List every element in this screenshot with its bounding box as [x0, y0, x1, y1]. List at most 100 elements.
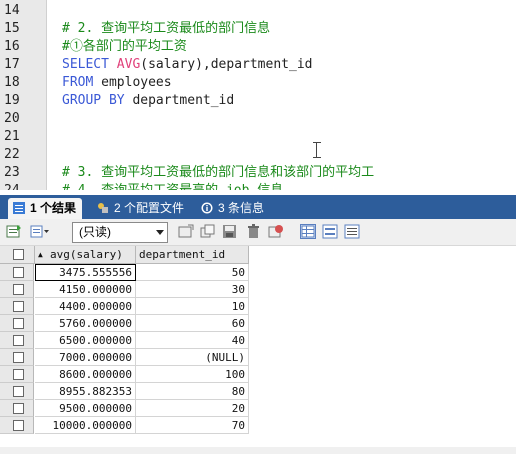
form-view-icon[interactable]	[322, 224, 338, 239]
row-checkbox[interactable]	[13, 420, 24, 431]
cell-avg-salary[interactable]: 4400.000000	[35, 298, 136, 315]
line-number: 14	[4, 3, 20, 18]
code-line[interactable]: 21	[0, 128, 516, 146]
cell-avg-salary[interactable]: 6500.000000	[35, 332, 136, 349]
result-tabs: 1 个结果 2 个配置文件 3 条信息	[0, 195, 516, 219]
code-token: SELECT	[62, 57, 117, 72]
code-line[interactable]: 17 SELECT AVG(salary),department_id	[0, 56, 516, 74]
mode-select-value: (只读)	[79, 225, 111, 239]
column-header-avg-salary[interactable]: ▲ avg(salary)	[35, 246, 136, 264]
cell-department-id[interactable]: 70	[136, 417, 249, 434]
code-line[interactable]: 18 FROM employees	[0, 74, 516, 92]
result-grid[interactable]: ▲ avg(salary) department_id 3475.555556 5…	[0, 246, 516, 454]
table-row[interactable]: 9500.000000 20	[0, 400, 250, 417]
cell-avg-salary[interactable]: 9500.000000	[35, 400, 136, 417]
line-number: 19	[4, 93, 20, 108]
table-row[interactable]: 5760.000000 60	[0, 315, 250, 332]
row-checkbox[interactable]	[13, 352, 24, 363]
code-line[interactable]: 22	[0, 146, 516, 164]
select-all-checkbox[interactable]	[13, 249, 24, 260]
tab-profiles[interactable]: 2 个配置文件	[92, 198, 190, 219]
cell-department-id[interactable]: 50	[136, 264, 249, 281]
duplicate-row-icon[interactable]	[200, 224, 216, 239]
table-row[interactable]: 3475.555556 50	[0, 264, 250, 281]
code-line[interactable]: 20	[0, 110, 516, 128]
tab-messages[interactable]: 3 条信息	[196, 198, 270, 219]
row-checkbox[interactable]	[13, 403, 24, 414]
result-toolbar: (只读)	[0, 219, 516, 246]
delete-icon[interactable]	[246, 224, 262, 239]
table-row[interactable]: 8600.000000 100	[0, 366, 250, 383]
table-row[interactable]: 4150.000000 30	[0, 281, 250, 298]
table-row[interactable]: 6500.000000 40	[0, 332, 250, 349]
row-checkbox[interactable]	[13, 301, 24, 312]
cell-avg-salary[interactable]: 3475.555556	[35, 264, 136, 281]
grid-view-icon[interactable]	[300, 224, 316, 239]
cell-avg-salary[interactable]: 5760.000000	[35, 315, 136, 332]
export-icon[interactable]	[6, 224, 22, 239]
cell-department-id[interactable]: 20	[136, 400, 249, 417]
row-selector[interactable]	[0, 332, 34, 349]
table-row[interactable]: 4400.000000 10	[0, 298, 250, 315]
line-number: 18	[4, 75, 20, 90]
tab-messages-text: 条信息	[228, 201, 265, 215]
sql-editor[interactable]: 14 15 # 2. 查询平均工资最低的部门信息 16 #①各部门的平均工资 17 SELE…	[0, 0, 516, 190]
row-selector[interactable]	[0, 383, 34, 400]
cell-department-id[interactable]: (NULL)	[136, 349, 249, 366]
code-token: department_id	[132, 93, 235, 108]
line-number: 15	[4, 21, 20, 36]
profile-icon	[98, 203, 108, 213]
row-checkbox[interactable]	[13, 369, 24, 380]
tab-results[interactable]: 1 个结果	[8, 198, 83, 219]
table-row[interactable]: 8955.882353 80	[0, 383, 250, 400]
row-checkbox[interactable]	[13, 318, 24, 329]
save-icon[interactable]	[222, 224, 238, 239]
refresh-icon[interactable]	[268, 224, 284, 239]
read-only-mode-select[interactable]: (只读)	[72, 222, 168, 243]
row-checkbox[interactable]	[13, 267, 24, 278]
row-selector[interactable]	[0, 417, 34, 434]
row-selector[interactable]	[0, 264, 34, 281]
code-line[interactable]: 16 #①各部门的平均工资	[0, 38, 516, 56]
row-selector[interactable]	[0, 298, 34, 315]
select-all-header[interactable]	[0, 246, 35, 264]
info-icon	[201, 202, 213, 214]
row-selector[interactable]	[0, 315, 34, 332]
cell-avg-salary[interactable]: 8600.000000	[35, 366, 136, 383]
code-line[interactable]: 19 GROUP BY department_id	[0, 92, 516, 110]
code-line[interactable]: 23 # 3. 查询平均工资最低的部门信息和该部门的平均工	[0, 164, 516, 182]
row-selector[interactable]	[0, 349, 34, 366]
cell-avg-salary[interactable]: 10000.000000	[35, 417, 136, 434]
cell-department-id[interactable]: 80	[136, 383, 249, 400]
code-token: GROUP BY	[62, 93, 133, 108]
row-selector[interactable]	[0, 366, 34, 383]
status-bar	[0, 447, 516, 454]
row-checkbox[interactable]	[13, 335, 24, 346]
cell-department-id[interactable]: 40	[136, 332, 249, 349]
cell-department-id[interactable]: 100	[136, 366, 249, 383]
row-checkbox[interactable]	[13, 386, 24, 397]
cell-department-id[interactable]: 60	[136, 315, 249, 332]
code-line[interactable]: 15 # 2. 查询平均工资最低的部门信息	[0, 20, 516, 38]
text-view-icon[interactable]	[344, 224, 360, 239]
row-selector[interactable]	[0, 281, 34, 298]
column-header-label: avg(salary)	[50, 248, 123, 261]
code-token: #①各部门的平均工资	[62, 39, 187, 54]
tab-profiles-text: 个配置文件	[124, 201, 185, 215]
cell-avg-salary[interactable]: 8955.882353	[35, 383, 136, 400]
insert-row-icon[interactable]	[178, 224, 194, 239]
code-line[interactable]: 24 # 4. 查询平均工资最高的 job 信息	[0, 182, 516, 190]
cell-avg-salary[interactable]: 4150.000000	[35, 281, 136, 298]
column-header-department-id[interactable]: department_id	[136, 246, 249, 264]
code-token: FROM	[62, 75, 102, 90]
code-line[interactable]: 14	[0, 2, 516, 20]
table-row[interactable]: 7000.000000 (NULL)	[0, 349, 250, 366]
cell-avg-salary[interactable]: 7000.000000	[35, 349, 136, 366]
view-mode-dropdown-icon[interactable]	[30, 224, 50, 239]
row-checkbox[interactable]	[13, 284, 24, 295]
cell-department-id[interactable]: 30	[136, 281, 249, 298]
table-row[interactable]: 10000.000000 70	[0, 417, 250, 434]
code-token: # 3. 查询平均工资最低的部门信息和该部门的平均工	[62, 165, 375, 180]
cell-department-id[interactable]: 10	[136, 298, 249, 315]
row-selector[interactable]	[0, 400, 34, 417]
